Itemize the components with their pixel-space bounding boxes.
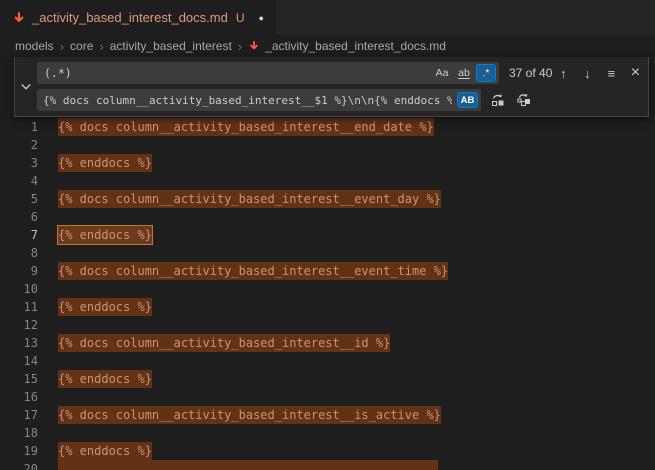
- editor-line[interactable]: 5 {% docs column__activity_based_interest…: [0, 190, 655, 208]
- file-icon: [12, 11, 26, 25]
- regex-toggle[interactable]: .*: [476, 64, 496, 82]
- search-match[interactable]: [58, 460, 438, 470]
- next-match-button[interactable]: ↓: [576, 62, 598, 84]
- match-case-toggle[interactable]: Aa: [432, 64, 452, 82]
- line-number: 13: [0, 334, 38, 352]
- line-number: 12: [0, 316, 38, 334]
- editor-line[interactable]: 1 {% docs column__activity_based_interest…: [0, 118, 655, 136]
- vscode-window: _activity_based_interest_docs.md U ● mod…: [0, 0, 655, 470]
- breadcrumb-item-file[interactable]: _activity_based_interest_docs.md: [248, 39, 446, 53]
- line-number: 7: [0, 226, 38, 244]
- search-match[interactable]: {% enddocs %}: [58, 298, 152, 316]
- editor-line[interactable]: 11 {% enddocs %}: [0, 298, 655, 316]
- line-number: 4: [0, 172, 38, 190]
- close-find-widget-button[interactable]: ×: [624, 62, 646, 84]
- previous-match-button[interactable]: ↑: [552, 62, 574, 84]
- editor-line[interactable]: 3 {% enddocs %}: [0, 154, 655, 172]
- line-number: 15: [0, 370, 38, 388]
- breadcrumb-separator-icon: ›: [99, 39, 103, 54]
- search-match[interactable]: {% docs column__activity_based_interest_…: [58, 334, 390, 352]
- whole-word-toggle[interactable]: ab: [454, 64, 474, 82]
- find-nav-buttons: ↑ ↓ ≡ ×: [552, 62, 646, 84]
- line-number: 2: [0, 136, 38, 154]
- find-in-selection-button[interactable]: ≡: [600, 62, 622, 84]
- line-number: 3: [0, 154, 38, 172]
- editor-line[interactable]: 14: [0, 352, 655, 370]
- editor-line[interactable]: 15 {% enddocs %}: [0, 370, 655, 388]
- find-row: Aa ab .* 37 of 40 ↑ ↓ ≡ ×: [37, 61, 646, 85]
- editor-line[interactable]: 10: [0, 280, 655, 298]
- search-match[interactable]: {% docs column__activity_based_interest_…: [58, 190, 441, 208]
- line-number: 11: [0, 298, 38, 316]
- line-number: 9: [0, 262, 38, 280]
- editor-tab[interactable]: _activity_based_interest_docs.md U ●: [0, 0, 276, 35]
- editor-line[interactable]: 18: [0, 424, 655, 442]
- breadcrumb-separator-icon: ›: [238, 39, 242, 54]
- results-count: 37 of 40: [509, 66, 552, 80]
- breadcrumb-separator-icon: ›: [60, 39, 64, 54]
- modified-indicator-icon[interactable]: ●: [259, 13, 264, 23]
- editor-line[interactable]: 13 {% docs column__activity_based_interes…: [0, 334, 655, 352]
- replace-all-button[interactable]: [513, 89, 535, 111]
- tab-bar: _activity_based_interest_docs.md U ●: [0, 0, 655, 35]
- replace-input[interactable]: [37, 89, 481, 111]
- line-number: 10: [0, 280, 38, 298]
- editor-line[interactable]: 20: [0, 460, 655, 470]
- toggle-replace-chevron-icon[interactable]: [15, 61, 37, 112]
- breadcrumb: models › core › activity_based_interest …: [0, 35, 655, 57]
- editor-line[interactable]: 16: [0, 388, 655, 406]
- search-match[interactable]: {% enddocs %}: [58, 370, 152, 388]
- replace-buttons: [487, 89, 535, 111]
- editor-line[interactable]: 7 {% enddocs %}: [0, 226, 655, 244]
- editor-line[interactable]: 8: [0, 244, 655, 262]
- editor-line[interactable]: 6: [0, 208, 655, 226]
- breadcrumb-item-activity-based-interest[interactable]: activity_based_interest: [110, 39, 232, 53]
- preserve-case-toggle[interactable]: AB: [457, 92, 478, 108]
- search-match[interactable]: {% enddocs %}: [58, 154, 152, 172]
- line-number: 18: [0, 424, 38, 442]
- find-input[interactable]: [37, 62, 499, 84]
- replace-row: AB: [37, 88, 646, 112]
- replace-button[interactable]: [487, 89, 509, 111]
- breadcrumb-filename: _activity_based_interest_docs.md: [265, 39, 446, 53]
- line-number: 6: [0, 208, 38, 226]
- find-toggles: Aa ab .*: [432, 64, 496, 82]
- line-number: 17: [0, 406, 38, 424]
- editor-line[interactable]: 12: [0, 316, 655, 334]
- file-icon: [248, 40, 260, 52]
- editor-line[interactable]: 19 {% enddocs %}: [0, 442, 655, 460]
- line-number: 1: [0, 118, 38, 136]
- line-number: 14: [0, 352, 38, 370]
- breadcrumb-item-models[interactable]: models: [15, 39, 54, 53]
- breadcrumb-item-core[interactable]: core: [70, 39, 93, 53]
- code-editor[interactable]: 1 {% docs column__activity_based_interest…: [0, 57, 655, 470]
- editor-line[interactable]: 2: [0, 136, 655, 154]
- search-match[interactable]: {% enddocs %}: [58, 442, 152, 460]
- line-number: 5: [0, 190, 38, 208]
- replace-input-wrap: AB: [37, 89, 481, 111]
- search-match[interactable]: {% docs column__activity_based_interest_…: [58, 262, 448, 280]
- git-status-badge: U: [236, 11, 245, 25]
- find-input-wrap: Aa ab .*: [37, 62, 499, 84]
- line-number: 19: [0, 442, 38, 460]
- search-match[interactable]: {% enddocs %}: [58, 226, 152, 244]
- find-replace-widget: Aa ab .* 37 of 40 ↑ ↓ ≡ × AB: [14, 57, 649, 117]
- search-match[interactable]: {% docs column__activity_based_interest_…: [58, 406, 441, 424]
- line-number: 20: [0, 460, 38, 470]
- editor-line[interactable]: 9 {% docs column__activity_based_interest…: [0, 262, 655, 280]
- editor-lines: 1 {% docs column__activity_based_interest…: [0, 57, 655, 470]
- editor-line[interactable]: 17 {% docs column__activity_based_interes…: [0, 406, 655, 424]
- tab-filename: _activity_based_interest_docs.md: [32, 10, 228, 25]
- editor-line[interactable]: 4: [0, 172, 655, 190]
- line-number: 8: [0, 244, 38, 262]
- search-match[interactable]: {% docs column__activity_based_interest_…: [58, 118, 434, 136]
- line-number: 16: [0, 388, 38, 406]
